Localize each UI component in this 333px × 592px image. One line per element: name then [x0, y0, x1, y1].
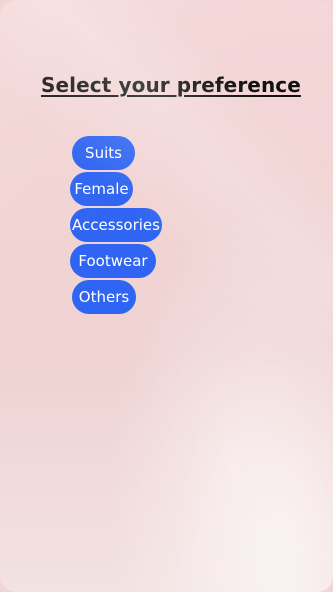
- preference-accessories-button[interactable]: Accessories: [70, 208, 162, 242]
- preference-footwear-button[interactable]: Footwear: [70, 244, 156, 278]
- option-row: Suits: [70, 136, 162, 172]
- preference-options: Suits Female Accessories Footwear Others: [70, 136, 162, 316]
- preference-female-button[interactable]: Female: [70, 172, 133, 206]
- option-row: Female: [70, 172, 162, 208]
- preference-screen: Select your preference Suits Female Acce…: [0, 0, 333, 592]
- option-row: Footwear: [70, 244, 162, 280]
- page-title: Select your preference: [41, 73, 301, 97]
- preference-others-button[interactable]: Others: [72, 280, 136, 314]
- option-row: Accessories: [70, 208, 162, 244]
- option-row: Others: [70, 280, 162, 316]
- preference-suits-button[interactable]: Suits: [72, 136, 135, 170]
